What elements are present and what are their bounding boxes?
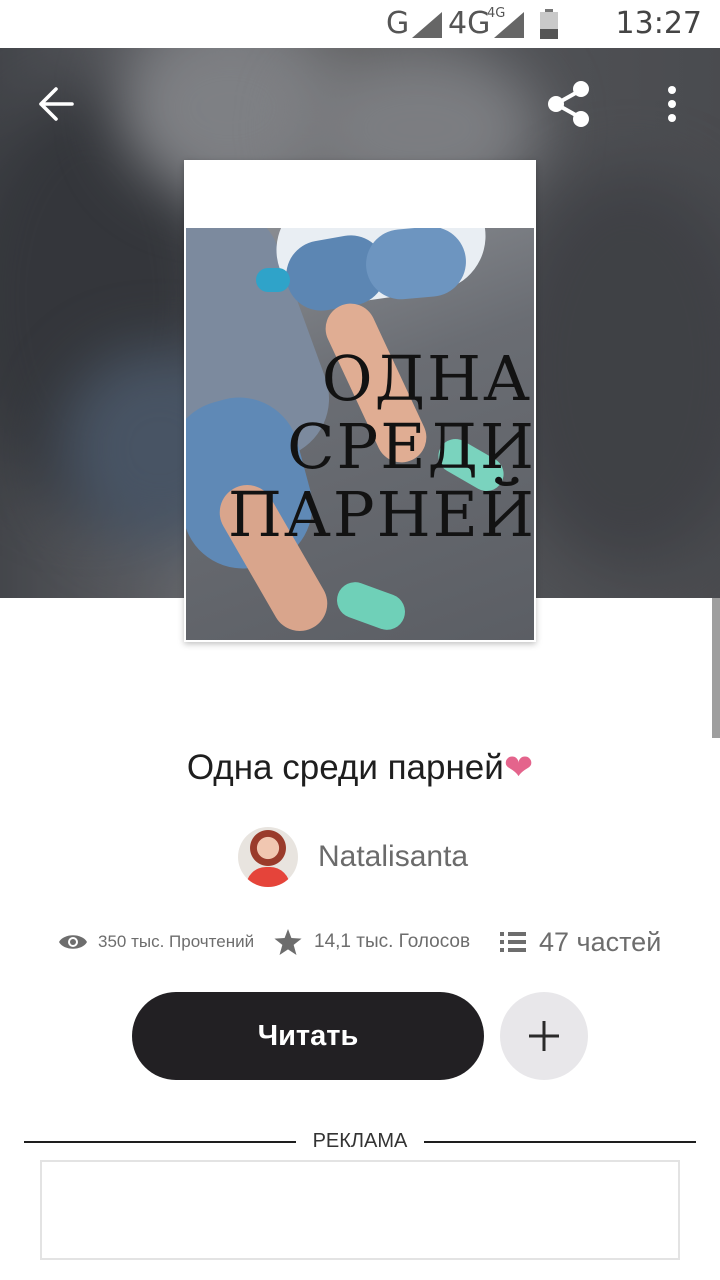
signal-strength-icon xyxy=(412,12,442,38)
clock: 13:27 xyxy=(615,6,702,41)
arrow-left-icon xyxy=(39,87,74,121)
ad-divider: РЕКЛАМА xyxy=(24,1130,696,1154)
cover-title-line-3: ПАРНЕЙ xyxy=(227,478,536,551)
read-button[interactable]: Читать xyxy=(132,992,484,1080)
ad-banner[interactable] xyxy=(40,1160,680,1260)
story-title-text: Одна среди парней xyxy=(186,748,504,787)
eye-icon xyxy=(59,935,87,949)
status-bar: G 4G 4G 13:27 xyxy=(0,0,720,48)
back-button[interactable] xyxy=(26,74,86,134)
more-options-button[interactable] xyxy=(642,74,702,134)
more-vertical-icon xyxy=(668,86,676,122)
plus-icon xyxy=(529,1021,559,1051)
battery-icon xyxy=(540,9,558,39)
cover-title-line-2: СРЕДИ xyxy=(287,410,536,483)
star-icon xyxy=(274,929,302,955)
votes-stat: 14,1 тыс. Голосов xyxy=(274,920,470,964)
signal-strength-icon-2 xyxy=(494,12,524,38)
parts-stat[interactable]: 47 частей xyxy=(500,920,661,964)
share-button[interactable] xyxy=(538,74,598,134)
scrollbar-thumb[interactable] xyxy=(712,598,720,738)
share-icon xyxy=(548,81,589,127)
votes-count: 14,1 тыс. Голосов xyxy=(314,931,471,952)
avatar[interactable] xyxy=(238,827,298,887)
cover-title-line-1: ОДНА xyxy=(321,342,532,415)
list-icon xyxy=(500,932,526,952)
author-name[interactable]: Natalisanta xyxy=(318,840,468,874)
story-stats: 350 тыс. Прочтений 14,1 тыс. Голосов 47 … xyxy=(0,920,720,964)
parts-count[interactable]: 47 частей xyxy=(539,927,661,958)
book-cover[interactable]: ОДНА СРЕДИ ПАРНЕЙ xyxy=(184,160,536,642)
heart-icon: ❤ xyxy=(503,748,534,787)
network-type-g: G xyxy=(386,6,410,41)
network-type-4g: 4G xyxy=(448,6,491,41)
add-to-library-button[interactable] xyxy=(500,992,588,1080)
reads-stat: 350 тыс. Прочтений xyxy=(58,920,254,964)
reads-count: 350 тыс. Прочтений xyxy=(98,932,255,951)
author-row[interactable]: Natalisanta xyxy=(238,826,468,888)
story-title: Одна среди парней❤ xyxy=(0,748,720,788)
